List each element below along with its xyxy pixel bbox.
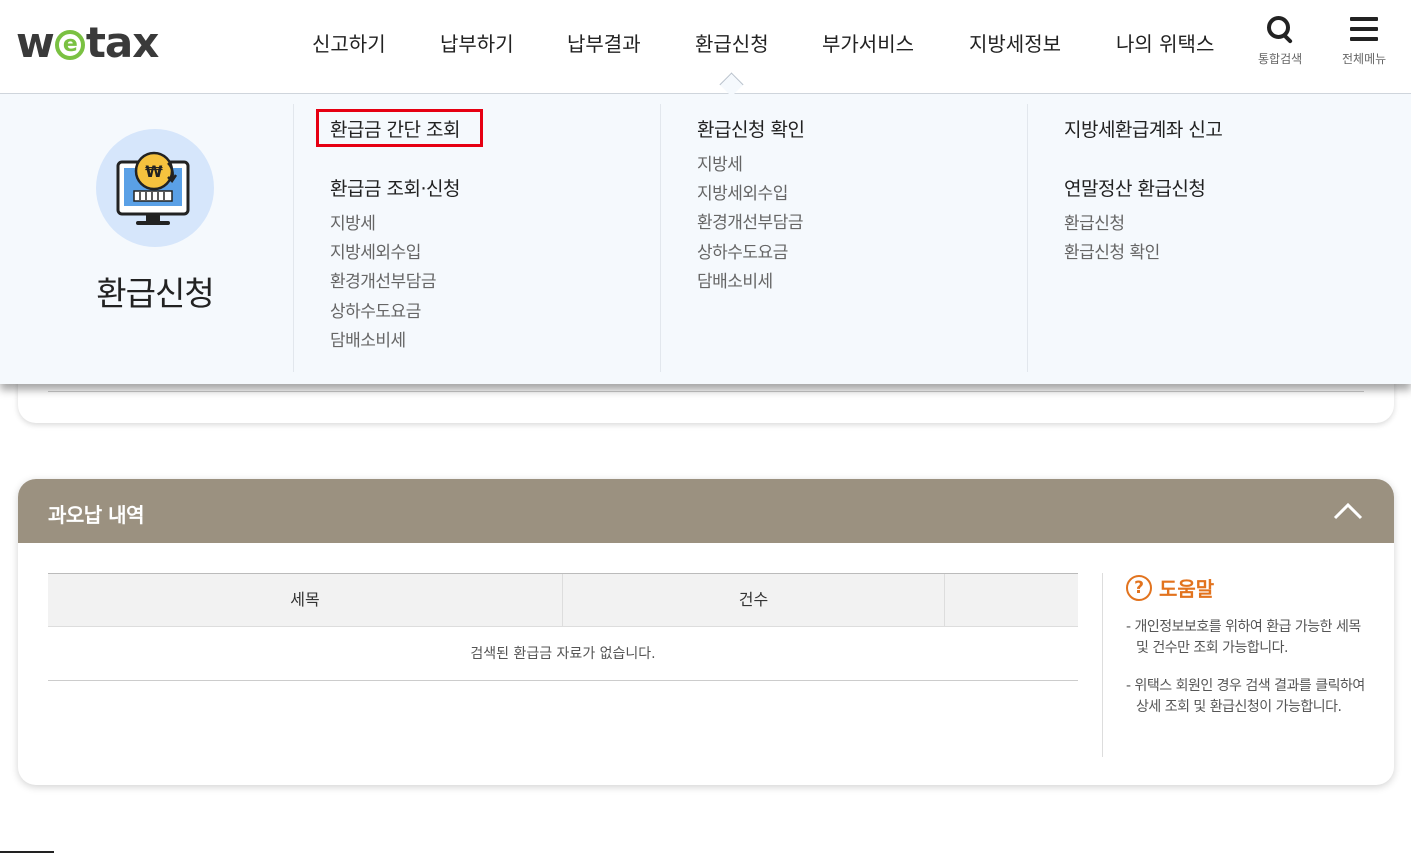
table-empty-row: 검색된 환급금 자료가 없습니다. — [48, 627, 1078, 681]
mega-menu-title: 환급신청 — [96, 274, 214, 313]
search-label: 통합검색 — [1258, 52, 1303, 66]
link-col1-water-fee[interactable]: 상하수도요금 — [330, 297, 421, 322]
site-header: w e tax 신고하기 납부하기 납부결과 환급신청 부가서비스 지방세정보 나의… — [0, 0, 1411, 94]
link-col2-non-tax-revenue[interactable]: 지방세외수입 — [697, 179, 788, 204]
link-col1-tobacco-tax[interactable]: 담배소비세 — [330, 326, 406, 351]
nav-my-wetax[interactable]: 나의 위택스 — [1116, 28, 1214, 57]
column-header-count: 건수 — [563, 574, 945, 626]
link-col1-env-charge[interactable]: 환경개선부담금 — [330, 267, 436, 292]
global-nav: 신고하기 납부하기 납부결과 환급신청 부가서비스 지방세정보 나의 위택스 — [0, 28, 1411, 58]
nav-pay[interactable]: 납부하기 — [440, 28, 514, 57]
collapse-chevron-up-icon[interactable] — [1332, 499, 1364, 523]
overpayment-card: 과오납 내역 세목 건수 검색된 환급금 자료가 없습니다. ? 도움말 - 개… — [18, 479, 1394, 785]
link-yearend-refund-confirm[interactable]: 환급신청 확인 — [1064, 238, 1160, 263]
link-refund-account-report[interactable]: 지방세환급계좌 신고 — [1064, 115, 1223, 142]
link-yearend-refund[interactable]: 연말정산 환급신청 — [1064, 174, 1206, 201]
svg-text:₩: ₩ — [145, 162, 163, 181]
nav-local-tax-info[interactable]: 지방세정보 — [969, 28, 1061, 57]
mega-col-refund-confirm: 환급신청 확인 지방세 지방세외수입 환경개선부담금 상하수도요금 담배소비세 — [660, 104, 1027, 372]
link-col2-tobacco-tax[interactable]: 담배소비세 — [697, 267, 773, 292]
question-circle-icon: ? — [1126, 574, 1152, 601]
help-item-privacy: - 개인정보보호를 위하여 환급 가능한 세목 및 건수만 조회 가능합니다. — [1126, 619, 1361, 656]
link-refund-inquiry-apply[interactable]: 환급금 조회·신청 — [330, 174, 460, 201]
overpayment-table: 세목 건수 검색된 환급금 자료가 없습니다. — [48, 573, 1078, 681]
help-title: ? 도움말 — [1126, 573, 1214, 602]
link-col2-env-charge[interactable]: 환경개선부담금 — [697, 208, 803, 233]
help-panel: ? 도움말 - 개인정보보호를 위하여 환급 가능한 세목 및 건수만 조회 가… — [1102, 573, 1365, 757]
help-title-text: 도움말 — [1159, 577, 1215, 601]
integrated-search-button[interactable]: 통합검색 — [1258, 14, 1302, 67]
hamburger-menu-icon — [1349, 14, 1379, 44]
link-refund-confirm[interactable]: 환급신청 확인 — [697, 115, 805, 142]
mega-menu-intro: ₩ 환급신청 — [0, 94, 294, 384]
all-menu-label: 전체메뉴 — [1342, 52, 1387, 66]
table-header: 세목 건수 — [48, 573, 1078, 627]
nav-extra-services[interactable]: 부가서비스 — [822, 28, 914, 57]
column-header-empty — [945, 574, 1078, 626]
search-icon — [1265, 14, 1295, 44]
column-header-tax-item: 세목 — [48, 574, 563, 626]
link-col2-local-tax[interactable]: 지방세 — [697, 150, 743, 175]
help-item-member: - 위택스 회원인 경우 검색 결과를 클릭하여 상세 조회 및 환급신청이 가… — [1126, 678, 1365, 715]
nav-report[interactable]: 신고하기 — [312, 28, 386, 57]
link-col2-water-fee[interactable]: 상하수도요금 — [697, 238, 788, 263]
mega-col-account-yearend: 지방세환급계좌 신고 연말정산 환급신청 환급신청 환급신청 확인 — [1027, 104, 1411, 372]
refund-mega-menu: ₩ 환급신청 환급금 간단 조회 환급금 조회·신청 지방세 지방세외수입 환경… — [0, 94, 1411, 384]
overpayment-title: 과오납 내역 — [48, 503, 144, 527]
link-yearend-refund-apply[interactable]: 환급신청 — [1064, 209, 1125, 234]
overpayment-card-header: 과오납 내역 — [18, 479, 1394, 543]
link-col1-local-tax[interactable]: 지방세 — [330, 209, 376, 234]
mega-col-refund-inquiry: 환급금 간단 조회 환급금 조회·신청 지방세 지방세외수입 환경개선부담금 상… — [293, 104, 660, 372]
link-col1-non-tax-revenue[interactable]: 지방세외수입 — [330, 238, 421, 263]
refund-monitor-icon: ₩ — [96, 129, 214, 247]
link-quick-refund-inquiry[interactable]: 환급금 간단 조회 — [330, 115, 460, 142]
all-menu-button[interactable]: 전체메뉴 — [1342, 14, 1386, 67]
nav-pay-result[interactable]: 납부결과 — [567, 28, 641, 57]
nav-refund[interactable]: 환급신청 — [695, 28, 769, 57]
divider — [48, 391, 1364, 392]
